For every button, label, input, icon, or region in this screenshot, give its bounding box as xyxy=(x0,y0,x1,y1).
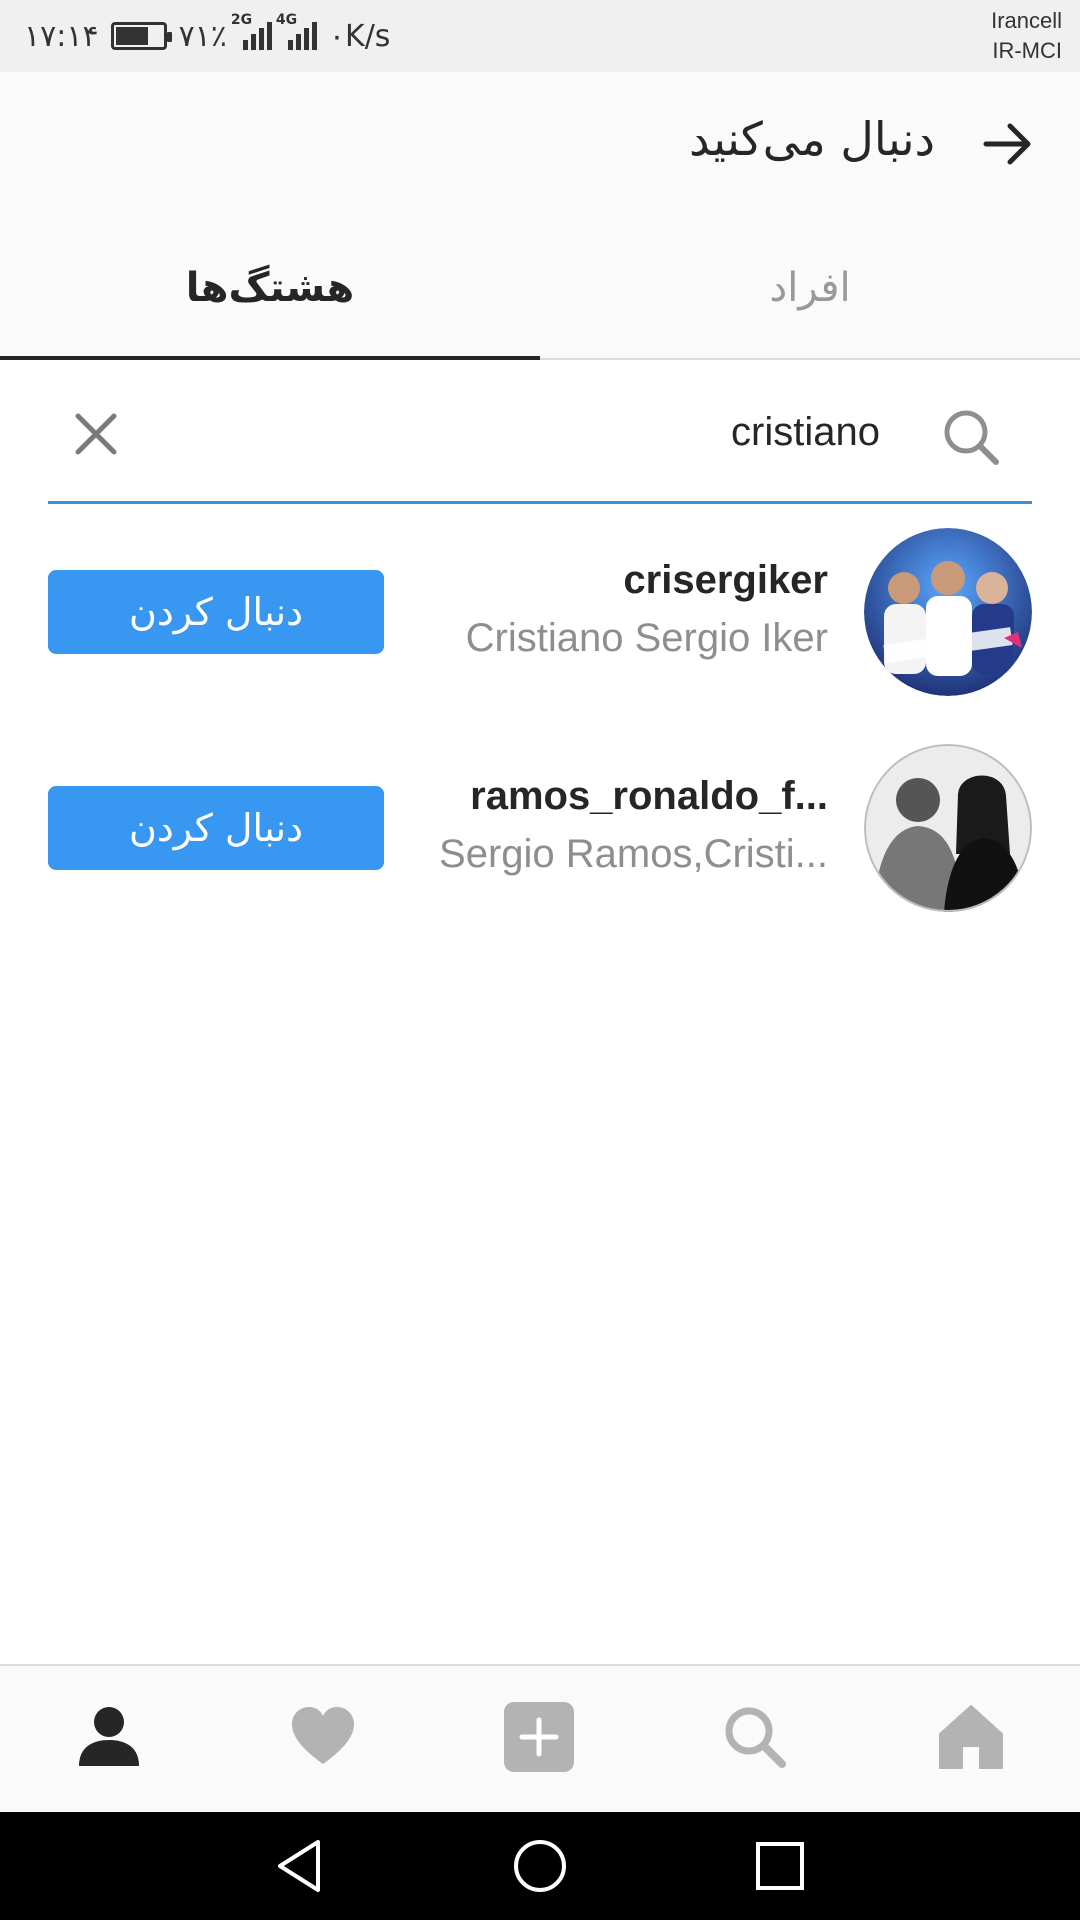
search-bar[interactable]: cristiano xyxy=(48,380,1032,504)
tab-people[interactable]: افراد xyxy=(540,218,1080,358)
search-input[interactable]: cristiano xyxy=(731,410,880,455)
network-4g-label: 4G xyxy=(275,12,298,28)
home-circle-icon[interactable] xyxy=(510,1836,570,1896)
list-item[interactable]: ramos_ronaldo_f... Sergio Ramos,Cristi..… xyxy=(0,744,1080,944)
list-item[interactable]: crisergiker Cristiano Sergio Iker دنبال … xyxy=(0,528,1080,728)
arrow-right-icon[interactable] xyxy=(980,116,1036,172)
result-full-name: Sergio Ramos,Cristi... xyxy=(439,832,828,876)
search-icon xyxy=(944,410,999,465)
carrier-2: IR-MCI xyxy=(992,38,1062,63)
network-2g-label: 2G xyxy=(230,12,253,28)
avatar xyxy=(864,528,1032,696)
search-icon[interactable] xyxy=(720,1702,790,1772)
heart-icon[interactable] xyxy=(288,1702,358,1772)
result-full-name: Cristiano Sergio Iker xyxy=(465,616,828,660)
avatar xyxy=(864,744,1032,912)
signal-2g-icon: 2G xyxy=(231,12,272,50)
close-icon[interactable] xyxy=(72,410,120,458)
network-speed: ۰K/s xyxy=(328,18,391,54)
back-triangle-icon[interactable] xyxy=(270,1836,330,1896)
status-bar: ۱۷:۱۴ ۷۱٪ 2G 4G ۰K/s Irancell IR-MCI xyxy=(0,0,1080,72)
carrier-1: Irancell xyxy=(991,8,1062,33)
follow-button[interactable]: دنبال کردن xyxy=(48,570,384,654)
status-time: ۱۷:۱۴ xyxy=(24,18,99,54)
battery-percent: ۷۱٪ xyxy=(178,18,227,54)
follow-button[interactable]: دنبال کردن xyxy=(48,786,384,870)
result-username[interactable]: crisergiker xyxy=(623,558,828,603)
recent-apps-icon[interactable] xyxy=(750,1836,810,1896)
page-title: دنبال می‌کنید xyxy=(688,112,935,166)
profile-icon[interactable] xyxy=(74,1702,144,1772)
system-nav-bar xyxy=(0,1812,1080,1920)
tab-hashtags[interactable]: هشتگ‌ها xyxy=(0,218,540,358)
tabs: هشتگ‌ها افراد xyxy=(0,218,1080,360)
bottom-nav xyxy=(0,1664,1080,1812)
status-left: ۱۷:۱۴ ۷۱٪ 2G 4G ۰K/s xyxy=(24,12,391,54)
result-username[interactable]: ramos_ronaldo_f... xyxy=(470,774,828,819)
add-icon[interactable] xyxy=(504,1702,574,1772)
home-icon[interactable] xyxy=(936,1702,1006,1772)
header: دنبال می‌کنید xyxy=(0,72,1080,218)
screen: ۱۷:۱۴ ۷۱٪ 2G 4G ۰K/s Irancell IR-MCI دنب… xyxy=(0,0,1080,1920)
battery-icon xyxy=(110,22,172,50)
signal-4g-icon: 4G xyxy=(276,12,317,50)
active-tab-indicator xyxy=(0,356,540,360)
carrier-info: Irancell IR-MCI xyxy=(991,6,1062,66)
